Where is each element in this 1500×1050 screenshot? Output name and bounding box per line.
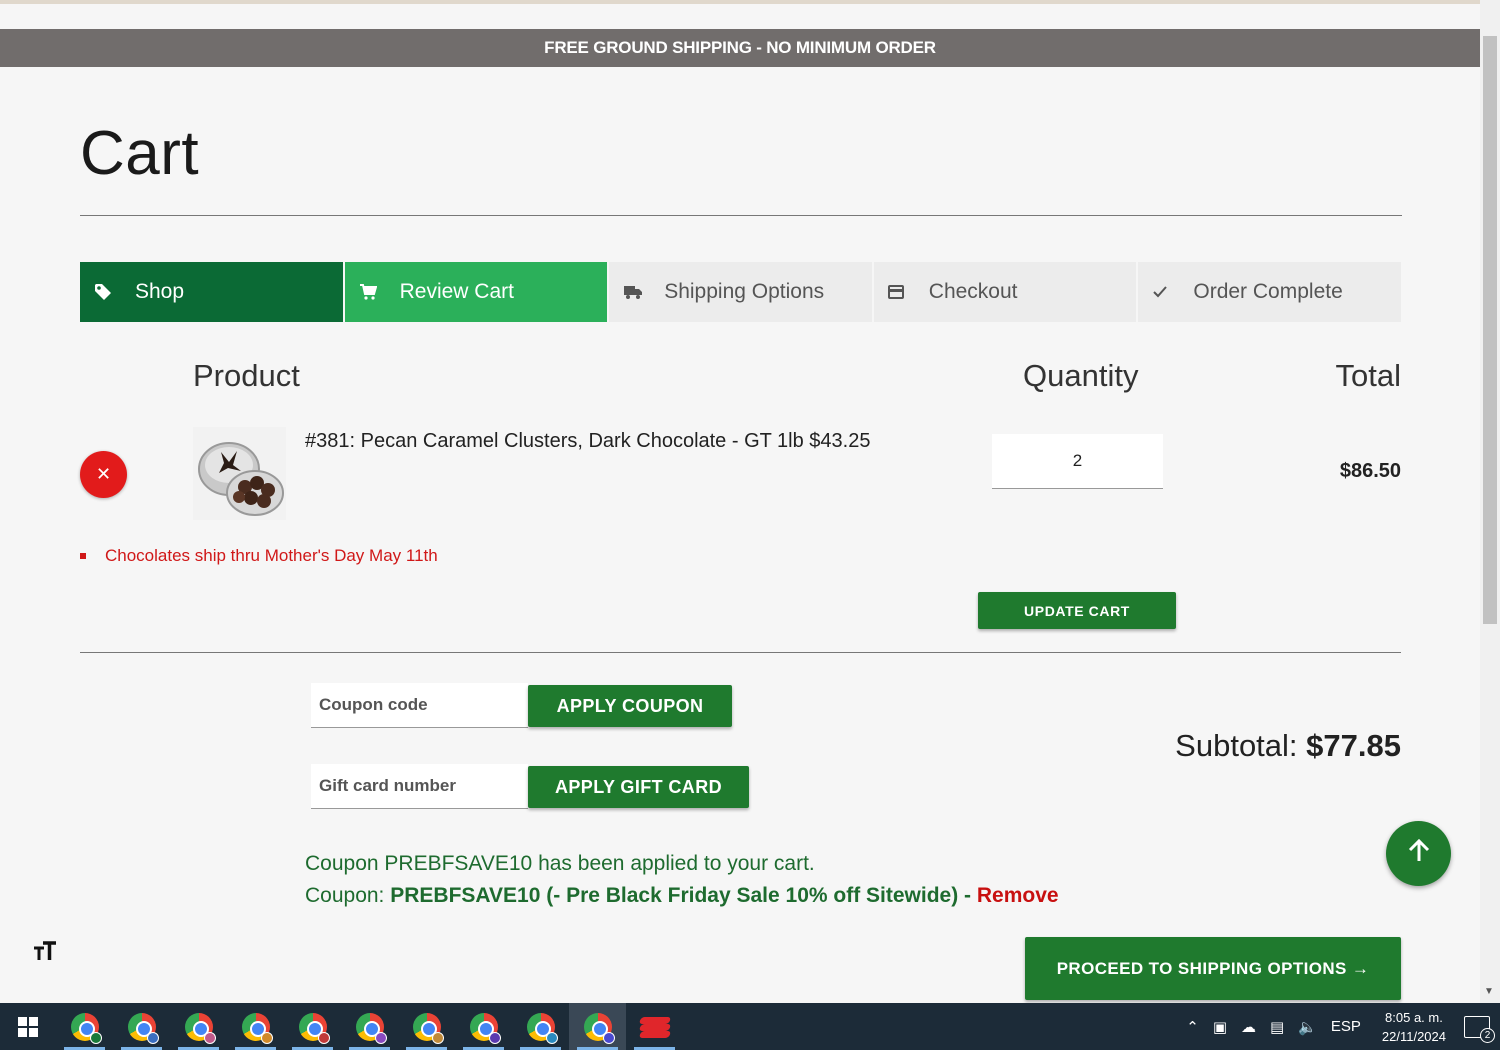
clock-date: 22/11/2024 (1381, 1028, 1446, 1044)
proceed-to-shipping-button[interactable]: PROCEED TO SHIPPING OPTIONS → (1025, 937, 1401, 1000)
taskbar-chrome[interactable] (455, 1003, 512, 1050)
subtotal: Subtotal: $77.85 (1175, 728, 1401, 764)
taskbar-chrome[interactable] (398, 1003, 455, 1050)
promo-text: FREE GROUND SHIPPING - NO MINIMUM ORDER (544, 38, 936, 57)
coupon-code-input[interactable]: Coupon code (311, 683, 528, 728)
taskbar: ⌃ ▣ ☁ ▤ 🔈 ESP 8:05 a. m. 22/11/2024 2 (0, 1003, 1500, 1050)
clock-time: 8:05 a. m. (1385, 1009, 1443, 1025)
column-header-product: Product (193, 358, 300, 393)
step-order-complete[interactable]: Order Complete (1138, 262, 1401, 322)
truck-icon (623, 284, 651, 300)
remove-item-button[interactable]: ✕ (80, 451, 127, 498)
coupon-detail: PREBFSAVE10 (- Pre Black Friday Sale 10%… (390, 884, 972, 907)
step-shipping-options[interactable]: Shipping Options (609, 262, 872, 322)
subtotal-value: $77.85 (1306, 728, 1401, 763)
taskbar-red-app[interactable] (626, 1003, 683, 1050)
taskbar-chrome-active[interactable] (569, 1003, 626, 1050)
chrome-icon (412, 1012, 444, 1044)
step-label: Review Cart (399, 280, 514, 303)
red-app-icon (638, 1015, 671, 1039)
credit-card-icon (887, 285, 916, 299)
taskbar-chrome[interactable] (56, 1003, 113, 1050)
subtotal-label: Subtotal: (1175, 728, 1298, 763)
arrow-up-icon (1408, 837, 1430, 871)
apply-gift-card-button[interactable]: APPLY GIFT CARD (528, 766, 749, 808)
scrollbar-thumb[interactable] (1483, 36, 1497, 624)
notifications-icon[interactable]: 2 (1464, 1015, 1495, 1043)
shipping-notice: Chocolates ship thru Mother's Day May 11… (80, 546, 438, 566)
step-label: Checkout (928, 280, 1018, 303)
coupon-applied-message: Coupon PREBFSAVE10 has been applied to y… (305, 852, 815, 875)
taskbar-chrome[interactable] (512, 1003, 569, 1050)
update-cart-button[interactable]: UPDATE CART (978, 592, 1176, 629)
chrome-icon (526, 1012, 558, 1044)
remove-coupon-link[interactable]: Remove (977, 884, 1059, 907)
column-header-total: Total (1335, 358, 1401, 393)
coupon-summary: Coupon: PREBFSAVE10 (- Pre Black Friday … (305, 884, 1059, 908)
meet-icon[interactable]: ▣ (1213, 1018, 1227, 1036)
taskbar-chrome[interactable] (170, 1003, 227, 1050)
chrome-icon (70, 1012, 102, 1044)
step-checkout[interactable]: Checkout (873, 262, 1137, 322)
cart-icon (359, 283, 387, 301)
chrome-icon (241, 1012, 273, 1044)
promo-banner: FREE GROUND SHIPPING - NO MINIMUM ORDER (0, 29, 1480, 67)
column-header-quantity: Quantity (1023, 358, 1139, 393)
chevron-up-icon[interactable]: ⌃ (1186, 1018, 1199, 1036)
title-divider (80, 215, 1402, 216)
language-indicator[interactable]: ESP (1331, 1018, 1361, 1035)
notice-text: Chocolates ship thru Mother's Day May 11… (105, 546, 438, 565)
product-name-link[interactable]: #381: Pecan Caramel Clusters, Dark Choco… (305, 430, 870, 453)
checkout-steps: Shop Review Cart Shipping Options Checko… (80, 262, 1401, 322)
step-review-cart[interactable]: Review Cart (344, 262, 608, 322)
taskbar-chrome[interactable] (284, 1003, 341, 1050)
network-icon[interactable]: ▤ (1270, 1018, 1284, 1036)
coupon-prefix: Coupon: (305, 884, 385, 907)
step-label: Shop (135, 280, 185, 303)
system-tray: ⌃ ▣ ☁ ▤ 🔈 ESP 8:05 a. m. 22/11/2024 2 (1179, 1003, 1500, 1050)
taskbar-chrome[interactable] (341, 1003, 398, 1050)
gift-card-input[interactable]: Gift card number (311, 764, 528, 809)
tag-icon (94, 283, 122, 301)
header-remnant (0, 4, 1480, 29)
scroll-down-arrow-icon[interactable]: ▼ (1484, 986, 1494, 997)
back-to-top-button[interactable] (1386, 821, 1451, 886)
line-total: $86.50 (1339, 460, 1401, 482)
step-shop[interactable]: Shop (80, 262, 343, 322)
chrome-icon (469, 1012, 501, 1044)
taskbar-chrome[interactable] (227, 1003, 284, 1050)
step-label: Order Complete (1193, 280, 1343, 303)
cloud-icon[interactable]: ☁ (1241, 1018, 1256, 1036)
chrome-icon (355, 1012, 387, 1044)
start-button[interactable] (0, 1003, 56, 1050)
notice-bullet (80, 553, 86, 559)
chrome-icon (298, 1012, 330, 1044)
windows-icon (18, 1016, 38, 1037)
chrome-icon (184, 1012, 216, 1044)
text-size-icon[interactable] (33, 940, 57, 968)
cart-divider (80, 652, 1401, 653)
step-label: Shipping Options (664, 280, 825, 303)
chrome-icon (583, 1012, 615, 1044)
apply-coupon-button[interactable]: APPLY COUPON (528, 685, 732, 727)
chrome-icon (127, 1012, 159, 1044)
page-title: Cart (80, 119, 200, 188)
notification-count: 2 (1480, 1027, 1495, 1043)
close-icon: ✕ (95, 464, 112, 484)
check-icon (1152, 285, 1180, 299)
volume-icon[interactable]: 🔈 (1298, 1018, 1317, 1036)
quantity-input[interactable] (992, 434, 1163, 489)
clock[interactable]: 8:05 a. m. 22/11/2024 (1382, 1008, 1446, 1046)
product-image[interactable] (193, 427, 286, 520)
taskbar-chrome[interactable] (113, 1003, 170, 1050)
